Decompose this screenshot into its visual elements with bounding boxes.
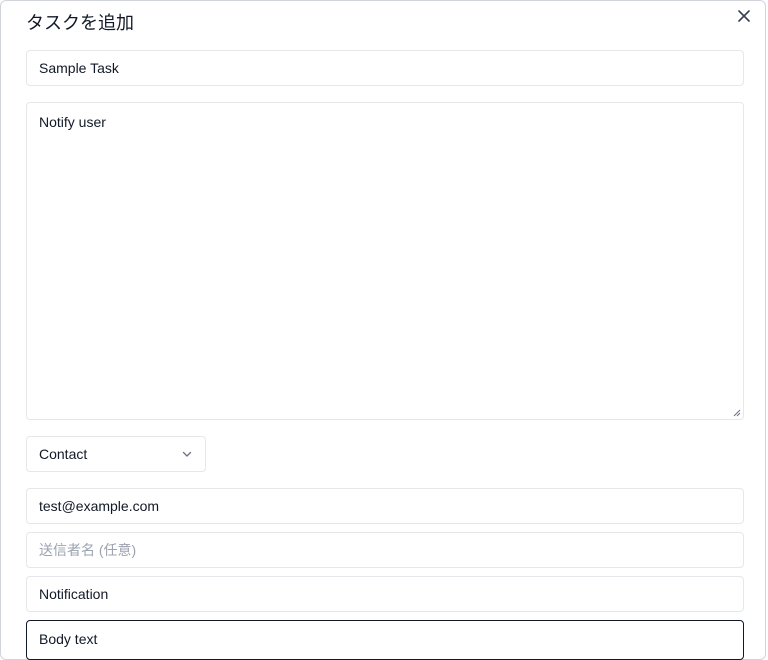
close-icon <box>738 10 750 22</box>
type-select-value: Contact <box>39 446 88 462</box>
task-name-input[interactable]: Sample Task <box>26 50 744 86</box>
add-task-modal: タスクを追加 Sample Task Notify user Contact t… <box>0 0 766 660</box>
close-button[interactable] <box>734 6 754 26</box>
subject-value: Notification <box>39 586 109 602</box>
email-value: test@example.com <box>39 498 160 514</box>
sender-name-placeholder: 送信者名 (任意) <box>39 542 137 558</box>
email-input[interactable]: test@example.com <box>26 488 744 524</box>
body-value: Body text <box>39 631 98 647</box>
task-name-value: Sample Task <box>39 60 119 76</box>
sender-name-input[interactable]: 送信者名 (任意) <box>26 532 744 568</box>
chevron-down-icon <box>182 451 192 457</box>
body-textarea[interactable]: Body text <box>26 620 744 660</box>
description-value: Notify user <box>39 114 106 130</box>
description-textarea[interactable]: Notify user <box>26 102 744 420</box>
type-select[interactable]: Contact <box>26 436 206 472</box>
modal-title: タスクを追加 <box>26 13 134 34</box>
subject-input[interactable]: Notification <box>26 576 744 612</box>
resize-handle-icon[interactable] <box>733 409 741 417</box>
